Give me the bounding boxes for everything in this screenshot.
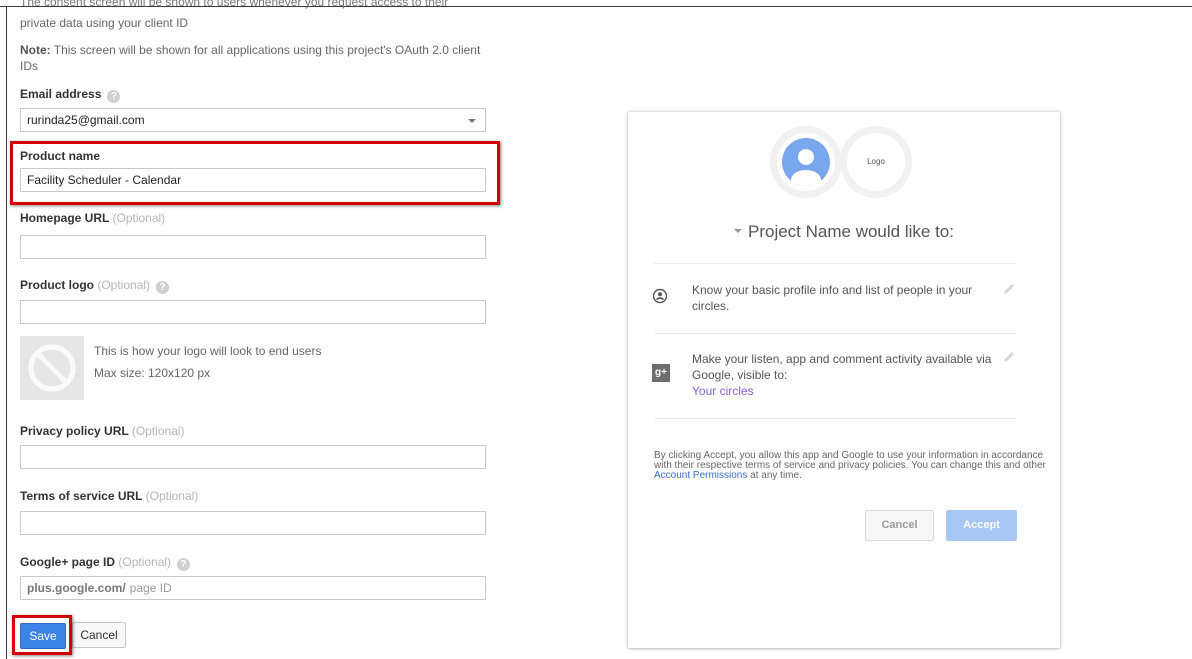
your-circles-link[interactable]: Your circles [692,383,992,399]
divider [654,263,1016,264]
logo-placeholder: Logo [867,157,885,166]
permission-activity-text: Make your listen, app and comment activi… [692,352,992,382]
note-text: This screen will be shown for all applic… [20,43,481,73]
terms-of-service-input[interactable] [20,511,486,535]
legal-text-body: By clicking Accept, you allow this app a… [654,450,1046,471]
would-like-heading: Project Name would like to: [628,222,1060,242]
homepage-url-label: Homepage URL (Optional) [20,211,165,225]
avatar [782,138,830,186]
homepage-url-label-text: Homepage URL [20,211,110,225]
logo-hint-line-2: Max size: 120x120 px [94,366,211,380]
frame-left-border [6,6,7,659]
email-label-text: Email address [20,87,102,101]
consent-preview-card: Logo Project Name would like to: Know yo… [628,112,1060,648]
pencil-icon[interactable] [1002,350,1016,364]
cancel-button[interactable]: Cancel [72,622,126,648]
legal-text: By clicking Accept, you allow this app a… [654,451,1046,481]
email-select[interactable]: rurinda25@gmail.com [20,108,486,132]
terms-of-service-label-text: Terms of service URL [20,489,143,503]
product-logo-label-text: Product logo [20,278,94,292]
product-logo-input[interactable] [20,300,486,324]
logo-preview [20,336,84,400]
dropdown-caret-icon [468,119,476,123]
would-like-text: Project Name would like to: [748,222,954,241]
gplus-page-id-label-text: Google+ page ID [20,555,116,569]
permission-profile: Know your basic profile info and list of… [692,283,973,313]
avatar-ring [770,126,842,198]
optional-text: (Optional) [97,278,151,292]
privacy-policy-label: Privacy policy URL (Optional) [20,424,185,438]
no-logo-icon [28,344,76,392]
privacy-policy-input[interactable] [20,445,486,469]
optional-text: (Optional) [112,211,166,225]
privacy-policy-label-text: Privacy policy URL [20,424,129,438]
logo-hint-line-1: This is how your logo will look to end u… [94,344,322,358]
legal-text-end: at any time. [747,470,802,481]
google-plus-icon: g+ [652,364,670,382]
optional-text: (Optional) [118,555,172,569]
chevron-down-icon[interactable] [734,229,742,233]
account-circle-icon [652,288,668,304]
consent-note: Note: This screen will be shown for all … [20,42,500,74]
intro-line-1: The consent screen will be shown to user… [20,0,449,9]
product-logo-label: Product logo (Optional)? [20,278,170,294]
preview-cancel-button[interactable]: Cancel [865,510,934,541]
optional-text: (Optional) [145,489,199,503]
account-permissions-link[interactable]: Account Permissions [654,470,747,481]
email-label: Email address? [20,87,121,103]
logo-hint: This is how your logo will look to end u… [94,340,321,384]
save-button-highlight [12,615,72,655]
help-icon[interactable]: ? [107,90,121,103]
optional-text: (Optional) [131,424,185,438]
logo-ring: Logo [840,126,912,198]
gplus-page-id-label: Google+ page ID (Optional)? [20,555,191,571]
permission-activity: Make your listen, app and comment activi… [692,351,992,399]
gplus-placeholder: page ID [129,581,172,595]
intro-line-2: private data using your client ID [20,16,189,30]
note-label: Note: [20,43,51,57]
pencil-icon[interactable] [1002,282,1016,296]
divider [654,333,1016,334]
help-icon[interactable]: ? [156,281,170,294]
avatar-icon [791,149,821,186]
product-name-highlight [10,141,500,205]
divider [654,418,1016,419]
preview-accept-button[interactable]: Accept [946,510,1017,541]
gplus-page-id-input[interactable]: plus.google.com/page ID [20,576,486,600]
terms-of-service-label: Terms of service URL (Optional) [20,489,198,503]
homepage-url-input[interactable] [20,235,486,259]
help-icon[interactable]: ? [177,558,191,571]
email-select-value: rurinda25@gmail.com [27,113,145,127]
gplus-prefix: plus.google.com/ [27,581,126,595]
